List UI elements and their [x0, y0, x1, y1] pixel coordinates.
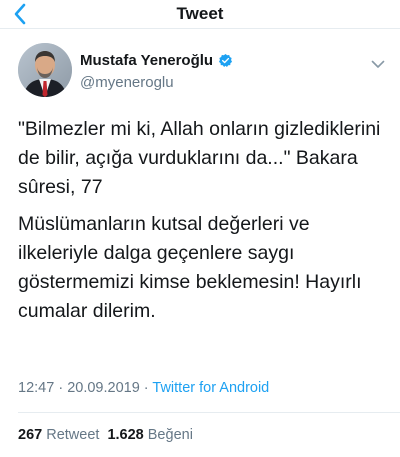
author-handle[interactable]: @myeneroglu — [80, 74, 174, 91]
retweet-label: Retweet — [46, 427, 100, 443]
meta-separator: · — [54, 380, 68, 396]
tweet-metadata: 12:47 · 20.09.2019 · Twitter for Android — [18, 380, 269, 396]
tweet-paragraph: Müslümanların kutsal değerleri ve ilkele… — [18, 213, 362, 322]
author-name[interactable]: Mustafa Yeneroğlu — [80, 52, 213, 69]
tweet-stats: 267 Retweet 1.628 Beğeni — [18, 427, 193, 443]
tweet-options-button[interactable] — [368, 56, 388, 72]
tweet-author: Mustafa Yeneroğlu @myeneroglu — [18, 43, 388, 99]
chevron-down-icon — [371, 60, 385, 68]
meta-separator: · — [139, 380, 153, 396]
like-count: 1.628 — [107, 427, 144, 443]
retweets-stat[interactable]: 267 Retweet — [18, 427, 99, 443]
tweet-text: "Bilmezler mi ki, Allah onların gizledik… — [18, 115, 390, 326]
tweet-time: 12:47 — [18, 380, 55, 396]
tweet-date: 20.09.2019 — [67, 380, 140, 396]
divider — [18, 412, 400, 413]
avatar[interactable] — [18, 43, 72, 97]
like-label: Beğeni — [147, 427, 193, 443]
page-title: Tweet — [176, 4, 224, 23]
author-name-row: Mustafa Yeneroğlu — [80, 52, 233, 69]
verified-badge-icon — [219, 53, 233, 67]
tweet-source-link[interactable]: Twitter for Android — [152, 380, 269, 396]
tweet-paragraph: "Bilmezler mi ki, Allah onların gizledik… — [18, 118, 381, 198]
avatar-image — [18, 43, 72, 97]
likes-stat[interactable]: 1.628 Beğeni — [107, 427, 192, 443]
retweet-count: 267 — [18, 427, 43, 443]
top-navigation-bar: Tweet — [0, 0, 400, 29]
